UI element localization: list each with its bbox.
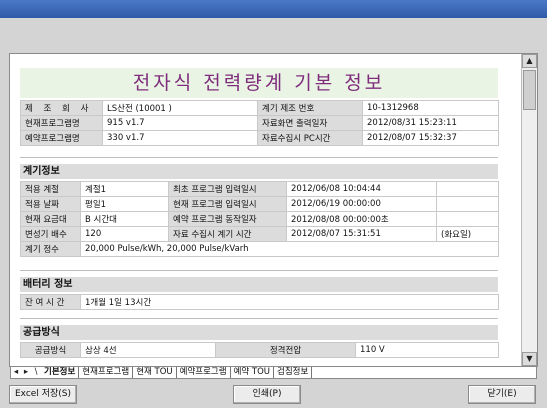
table-row: 적용 계절 계절1 최초 프로그램 입력일시 2012/06/08 10:04:… xyxy=(20,181,499,197)
rated-voltage-label: 정격전압 xyxy=(215,342,356,358)
rate-band-value: B 시간대 xyxy=(80,211,169,227)
current-program-input-label: 현재 프로그램 입력일시 xyxy=(168,196,287,212)
weekday-value xyxy=(436,181,499,197)
season-value: 계절1 xyxy=(80,181,169,197)
manufacturer-value: LS산전 (10001 ) xyxy=(102,100,258,116)
remaining-time-label: 잔 여 시 간 xyxy=(20,294,81,310)
tab-current-tou[interactable]: 현재 TOU xyxy=(133,367,177,378)
tab-slash: \ xyxy=(34,367,38,377)
sheet-tab-bar: ◂ ▸ \ 기본정보 현재프로그램 현재 TOU 예약프로그램 예약 TOU 검침정보 xyxy=(10,367,537,379)
vertical-scrollbar[interactable]: ▲ ▼ xyxy=(521,54,537,366)
section-divider xyxy=(20,270,498,271)
current-program-label: 현재프로그램명 xyxy=(20,115,103,131)
output-date-value: 2012/08/31 15:23:11 xyxy=(362,115,499,131)
supply-method-value: 삼상 4선 xyxy=(80,342,216,358)
manufacturer-label: 제 조 회 사 xyxy=(20,100,103,116)
first-program-value: 2012/06/08 10:04:44 xyxy=(286,181,437,197)
current-program-input-value: 2012/06/19 00:00:00 xyxy=(286,196,437,212)
scroll-up-icon[interactable]: ▲ xyxy=(522,54,537,68)
table-row: 현재 요금대 B 시간대 예약 프로그램 동작일자 2012/08/08 00:… xyxy=(20,211,499,227)
report-content: 전자식 전력량계 기본 정보 제 조 회 사 LS산전 (10001 ) 계기 … xyxy=(10,54,515,366)
tab-reserved-tou[interactable]: 예약 TOU xyxy=(231,367,275,378)
basic-info-table: 제 조 회 사 LS산전 (10001 ) 계기 제조 번호 10-131296… xyxy=(20,100,499,146)
scroll-down-icon[interactable]: ▼ xyxy=(522,352,537,366)
supply-heading: 공급방식 xyxy=(20,325,498,340)
first-program-label: 최초 프로그램 입력일시 xyxy=(168,181,287,197)
output-date-label: 자료화면 출력일자 xyxy=(257,115,363,131)
battery-heading: 배터리 정보 xyxy=(20,277,498,292)
table-row: 공급방식 삼상 4선 정격전압 110 V xyxy=(20,342,499,358)
close-button[interactable]: 닫기(E) xyxy=(468,385,536,404)
reserved-program-run-label: 예약 프로그램 동작일자 xyxy=(168,211,287,227)
scroll-thumb[interactable] xyxy=(523,70,536,110)
window-titlebar xyxy=(0,0,547,18)
date-value: 평일1 xyxy=(80,196,169,212)
season-label: 적용 계절 xyxy=(20,181,81,197)
table-row: 적용 날짜 평일1 현재 프로그램 입력일시 2012/06/19 00:00:… xyxy=(20,196,499,212)
current-program-value: 915 v1.7 xyxy=(102,115,258,131)
tab-current-program[interactable]: 현재프로그램 xyxy=(79,367,134,378)
tab-meter-reading[interactable]: 검침정보 xyxy=(274,367,313,378)
date-label: 적용 날짜 xyxy=(20,196,81,212)
meter-info-heading: 계기정보 xyxy=(20,164,498,179)
report-viewer: 전자식 전력량계 기본 정보 제 조 회 사 LS산전 (10001 ) 계기 … xyxy=(9,53,538,367)
table-row: 현재프로그램명 915 v1.7 자료화면 출력일자 2012/08/31 15… xyxy=(20,115,499,131)
remaining-time-value: 1개월 1일 13시간 xyxy=(80,294,499,310)
rate-band-label: 현재 요금대 xyxy=(20,211,81,227)
meter-constant-label: 계기 정수 xyxy=(20,241,81,257)
meter-info-table: 적용 계절 계절1 최초 프로그램 입력일시 2012/06/08 10:04:… xyxy=(20,181,499,257)
battery-table: 잔 여 시 간 1개월 1일 13시간 xyxy=(20,294,499,310)
weekday-value xyxy=(436,196,499,212)
supply-table: 공급방식 삼상 4선 정격전압 110 V xyxy=(20,342,499,358)
excel-save-button[interactable]: Excel 저장(S) xyxy=(9,385,77,404)
table-row: 변성기 배수 120 자료 수집시 계기 시간 2012/08/07 15:31… xyxy=(20,226,499,242)
meter-constant-value: 20,000 Pulse/kWh, 20,000 Pulse/kVarh xyxy=(80,241,499,257)
reserved-program-run-value: 2012/08/08 00:00:00초 xyxy=(286,211,437,227)
supply-method-label: 공급방식 xyxy=(20,342,81,358)
serial-value: 10-1312968 xyxy=(362,100,499,116)
print-button[interactable]: 인쇄(P) xyxy=(233,385,301,404)
transformer-ratio-label: 변성기 배수 xyxy=(20,226,81,242)
tab-prev-icon[interactable]: ◂ xyxy=(11,367,21,378)
table-row: 계기 정수 20,000 Pulse/kWh, 20,000 Pulse/kVa… xyxy=(20,241,499,257)
tab-reserved-program[interactable]: 예약프로그램 xyxy=(177,367,231,378)
weekday-value: (화요일) xyxy=(436,226,499,242)
tab-next-icon[interactable]: ▸ xyxy=(21,367,31,378)
transformer-ratio-value: 120 xyxy=(80,226,169,242)
table-row: 잔 여 시 간 1개월 1일 13시간 xyxy=(20,294,499,310)
page-title: 전자식 전력량계 기본 정보 xyxy=(132,72,386,94)
section-divider xyxy=(20,318,498,319)
meter-time-value: 2012/08/07 15:31:51 xyxy=(286,226,437,242)
reserved-program-label: 예약프로그램명 xyxy=(20,130,103,146)
serial-label: 계기 제조 번호 xyxy=(257,100,363,116)
pc-time-label: 자료수집시 PC시간 xyxy=(257,130,363,146)
rated-voltage-value: 110 V xyxy=(355,342,499,358)
pc-time-value: 2012/08/07 15:32:37 xyxy=(362,130,499,146)
table-row: 예약프로그램명 330 v1.7 자료수집시 PC시간 2012/08/07 1… xyxy=(20,130,499,146)
meter-time-label: 자료 수집시 계기 시간 xyxy=(168,226,287,242)
section-divider xyxy=(20,157,498,158)
weekday-value xyxy=(436,211,499,227)
reserved-program-value: 330 v1.7 xyxy=(102,130,258,146)
table-row: 제 조 회 사 LS산전 (10001 ) 계기 제조 번호 10-131296… xyxy=(20,100,499,116)
tab-basic-info[interactable]: 기본정보 xyxy=(41,367,80,378)
